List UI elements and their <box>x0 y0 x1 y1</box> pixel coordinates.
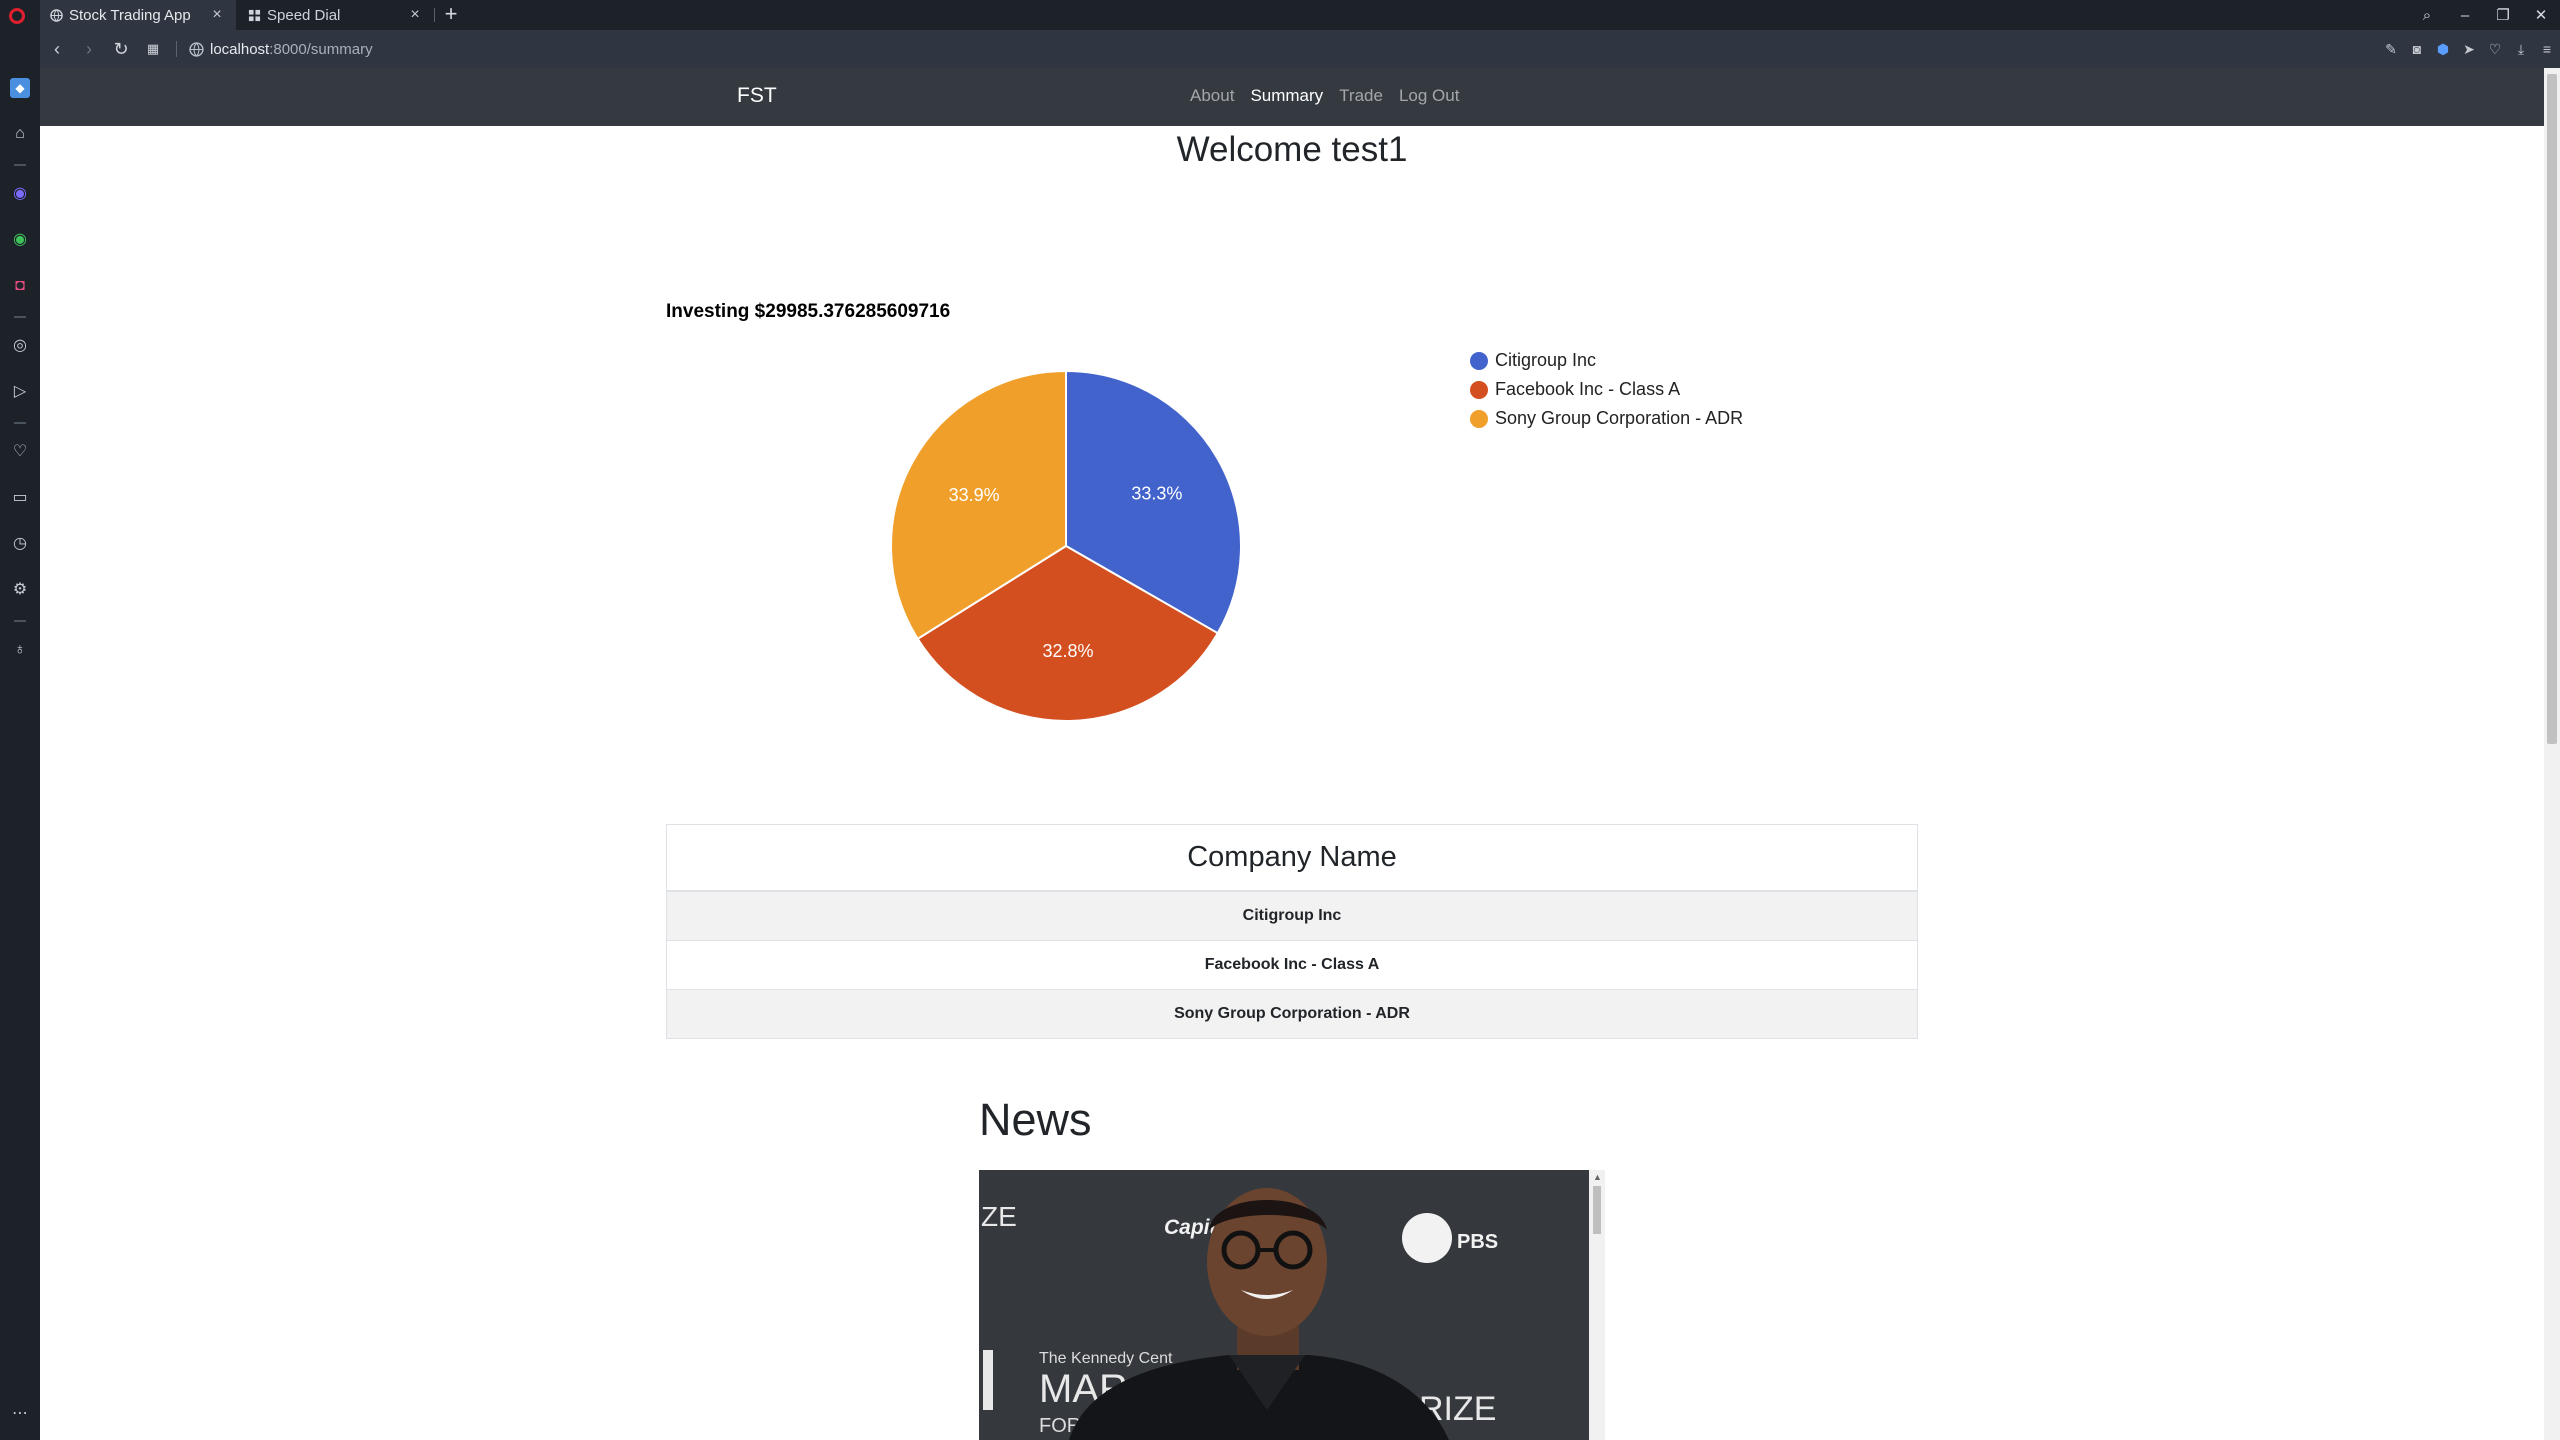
history-clock-icon[interactable]: ◷ <box>10 534 30 554</box>
legend-swatch <box>1470 380 1488 399</box>
pie-slice-label: 32.8% <box>1042 641 1093 661</box>
legend-label: Facebook Inc - Class A <box>1495 379 1681 399</box>
legend-swatch <box>1470 409 1488 428</box>
messenger-icon[interactable]: ◉ <box>10 184 30 204</box>
chart-legend: Citigroup Inc Facebook Inc - Class A Son… <box>1470 346 1743 433</box>
restore-icon[interactable]: ❐ <box>2484 6 2522 24</box>
nav-about[interactable]: About <box>1190 86 1234 106</box>
sidebar-divider <box>14 164 26 166</box>
nav-trade[interactable]: Trade <box>1339 86 1383 106</box>
welcome-heading: Welcome test1 <box>1176 130 1408 169</box>
send-icon[interactable]: ➤ <box>2456 41 2482 58</box>
forward-icon[interactable]: › <box>74 34 104 64</box>
url-field[interactable]: localhost:8000/summary <box>210 41 373 58</box>
page-viewport: FST About Summary Trade Log Out Welcome … <box>40 68 2544 1440</box>
news-heading: News <box>979 1094 1092 1145</box>
heart-icon[interactable]: ♡ <box>2482 41 2508 58</box>
site-navbar: FST About Summary Trade Log Out <box>40 68 2544 126</box>
close-window-icon[interactable]: ✕ <box>2522 6 2560 24</box>
backdrop-text-event-line1: The Kennedy Cent <box>1039 1350 1173 1367</box>
company-table: Company Name Citigroup Inc Facebook Inc … <box>666 824 1918 1039</box>
nav-log-out[interactable]: Log Out <box>1399 86 1460 106</box>
sidebar-divider <box>14 316 26 318</box>
portfolio-pie-chart: 33.3% 32.8% 33.9% <box>890 369 1242 722</box>
opera-logo-icon[interactable] <box>9 8 25 24</box>
vpn-shield-icon[interactable]: ⬢ <box>2430 41 2456 58</box>
speed-dial-grid-icon <box>248 9 261 21</box>
new-tab-plus-icon[interactable]: + <box>440 3 462 25</box>
download-icon[interactable]: ⤓ <box>2508 41 2534 58</box>
pbs-logo-icon <box>1402 1213 1452 1263</box>
url-host: localhost <box>210 40 270 58</box>
home-icon[interactable]: ⌂ <box>10 124 30 144</box>
scroll-up-arrow-icon[interactable]: ▲ <box>1593 1172 1602 1182</box>
browser-tab-bar: Stock Trading App × Speed Dial × + ⌕ – ❐… <box>0 0 2560 30</box>
legend-swatch <box>1470 351 1488 370</box>
legend-label: Citigroup Inc <box>1495 350 1597 370</box>
back-icon[interactable]: ‹ <box>42 34 72 64</box>
minimize-icon[interactable]: – <box>2446 7 2484 24</box>
sidebar-divider <box>14 422 26 424</box>
pie-slice-label: 33.3% <box>1131 483 1182 503</box>
legend-item-sony[interactable]: Sony Group Corporation - ADR <box>1470 404 1743 433</box>
window-controls: ⌕ – ❐ ✕ <box>2408 0 2560 30</box>
send-flow-icon[interactable]: ▷ <box>10 382 30 402</box>
close-tab-icon[interactable]: × <box>408 7 422 23</box>
close-tab-icon[interactable]: × <box>210 7 224 23</box>
address-separator <box>176 41 177 57</box>
bookmarks-heart-icon[interactable]: ♡ <box>10 442 30 462</box>
more-dots-icon[interactable]: ⋯ <box>10 1404 30 1424</box>
table-header-company-name: Company Name <box>667 825 1917 891</box>
menu-icon[interactable]: ≡ <box>2534 41 2560 57</box>
camera-icon[interactable]: ◙ <box>2404 41 2430 57</box>
site-info-globe-icon[interactable] <box>189 41 204 57</box>
investing-total: Investing $29985.376285609716 <box>666 301 951 322</box>
news-frame: ZE Capital PBS The Kennedy Cent MAR FOR … <box>979 1170 1605 1440</box>
page-scroll-thumb[interactable] <box>2547 74 2557 744</box>
legend-label: Sony Group Corporation - ADR <box>1495 408 1744 428</box>
page-scrollbar[interactable] <box>2544 68 2560 1440</box>
tab-overview-icon[interactable]: ▦ <box>138 34 168 64</box>
player-icon[interactable]: ◎ <box>10 336 30 356</box>
tips-bulb-icon[interactable]: ♁ <box>10 640 30 660</box>
backdrop-text-broadcaster: PBS <box>1457 1231 1498 1253</box>
address-bar-actions: ✎ ◙ ⬢ ➤ ♡ ⤓ ≡ <box>2378 30 2560 68</box>
tab-stock-trading-app[interactable]: Stock Trading App × <box>40 0 236 30</box>
workspace-icon[interactable]: ◆ <box>10 78 30 98</box>
backdrop-text-prize-left: ZE <box>981 1201 1017 1232</box>
table-row: Facebook Inc - Class A <box>667 940 1917 989</box>
news-scrollbar[interactable]: ▲ <box>1589 1170 1605 1440</box>
address-bar: ‹ › ↻ ▦ localhost:8000/summary ✎ ◙ ⬢ ➤ ♡… <box>40 30 2560 68</box>
search-tabs-icon[interactable]: ⌕ <box>2408 7 2446 24</box>
tab-title: Speed Dial <box>267 6 341 24</box>
reload-icon[interactable]: ↻ <box>106 34 136 64</box>
brand-logo[interactable]: FST <box>737 84 777 108</box>
news-article-image[interactable]: ZE Capital PBS The Kennedy Cent MAR FOR … <box>979 1170 1589 1440</box>
tab-title: Stock Trading App <box>69 6 191 24</box>
sidebar-divider <box>14 620 26 622</box>
pie-slice-label: 33.9% <box>949 485 1000 505</box>
news-scroll-thumb[interactable] <box>1593 1186 1601 1234</box>
legend-item-facebook[interactable]: Facebook Inc - Class A <box>1470 375 1743 404</box>
table-row: Citigroup Inc <box>667 891 1917 940</box>
snapshot-edit-icon[interactable]: ✎ <box>2378 41 2404 58</box>
settings-gear-icon[interactable]: ⚙ <box>10 580 30 600</box>
browser-sidebar: ◆ ⌂ ◉ ◉ ◘ ◎ ▷ ♡ ▭ ◷ ⚙ ♁ ⋯ <box>0 30 40 1440</box>
whatsapp-icon[interactable]: ◉ <box>10 230 30 250</box>
tab-separator <box>434 8 435 22</box>
tab-speed-dial[interactable]: Speed Dial × <box>238 0 434 30</box>
table-row: Sony Group Corporation - ADR <box>667 989 1917 1038</box>
nav-links: About Summary Trade Log Out <box>1190 86 1475 106</box>
instagram-icon[interactable]: ◘ <box>10 276 30 296</box>
globe-icon <box>50 8 63 22</box>
nav-summary[interactable]: Summary <box>1250 86 1323 106</box>
tabs-icon[interactable]: ▭ <box>10 488 30 508</box>
legend-item-citigroup[interactable]: Citigroup Inc <box>1470 346 1743 375</box>
url-path: :8000/summary <box>269 40 373 58</box>
